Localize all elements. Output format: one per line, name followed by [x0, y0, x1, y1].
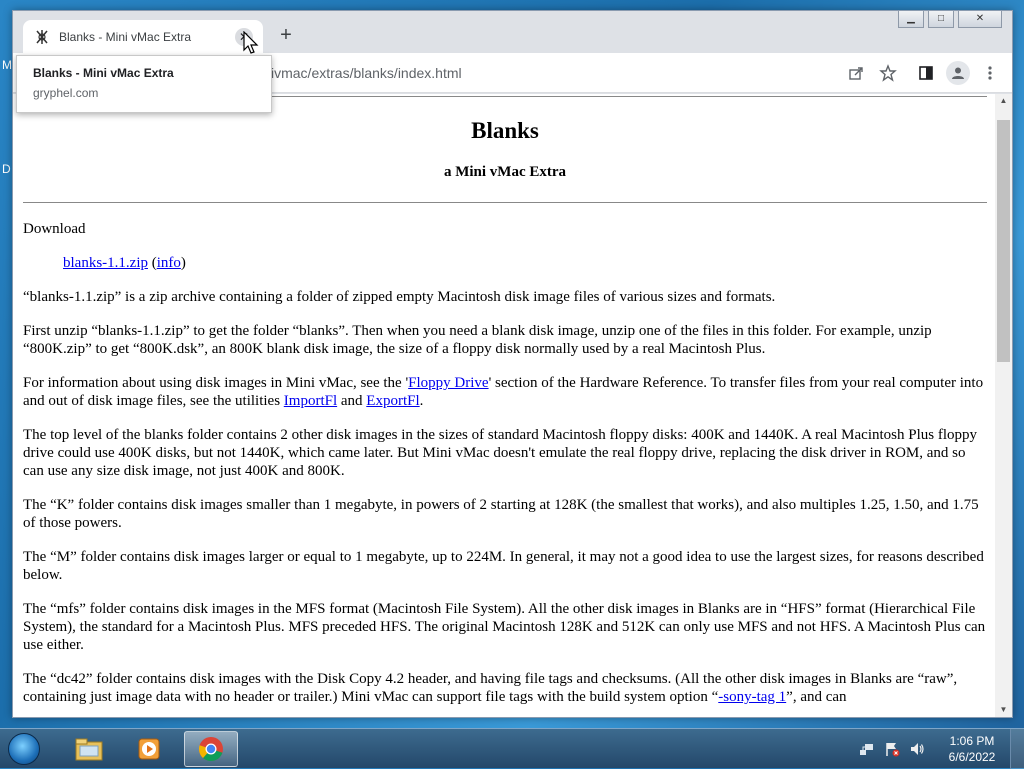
minimize-button[interactable]: ▁	[898, 11, 924, 28]
header-divider	[23, 202, 987, 203]
hover-card-host: gryphel.com	[33, 86, 99, 100]
action-center-flag-icon[interactable]	[884, 741, 900, 757]
clock[interactable]: 1:06 PM 6/6/2022	[934, 733, 1010, 765]
page-content: Blanks a Mini vMac Extra Download blanks…	[13, 94, 997, 717]
paragraph-unzip: First unzip “blanks-1.1.zip” to get the …	[23, 323, 932, 357]
system-tray: 1:06 PM 6/6/2022	[859, 729, 1024, 769]
download-zip-link[interactable]: blanks-1.1.zip	[63, 255, 148, 271]
scroll-thumb[interactable]	[997, 120, 1010, 362]
bookmark-star-icon[interactable]	[876, 61, 900, 85]
paragraph-info: For information about using disk images …	[23, 374, 987, 410]
media-player-icon[interactable]	[122, 731, 176, 767]
paragraph-m-folder: The “M” folder contains disk images larg…	[23, 549, 984, 583]
side-panel-icon[interactable]	[914, 61, 938, 85]
page-subtitle: a Mini vMac Extra	[443, 164, 567, 180]
importfl-link[interactable]: ImportFl	[284, 393, 337, 409]
floppy-drive-link[interactable]: Floppy Drive	[408, 375, 488, 391]
download-heading: Download	[23, 221, 86, 237]
new-tab-button[interactable]: +	[275, 25, 297, 47]
windows-logo-icon	[8, 733, 40, 765]
tab-hover-card: Blanks - Mini vMac Extra gryphel.com	[16, 55, 272, 113]
menu-icon[interactable]	[978, 61, 1002, 85]
text-segment: ”, and can	[786, 689, 847, 705]
start-button[interactable]	[4, 730, 44, 768]
clock-time: 1:06 PM	[949, 734, 995, 748]
site-favicon-icon	[33, 28, 51, 46]
browser-window: Blanks - Mini vMac Extra ✕ + ▁ □ ✕ ivmac…	[12, 10, 1013, 718]
window-controls: ▁ □ ✕	[894, 11, 1002, 28]
scroll-up-arrow-icon[interactable]: ▲	[995, 94, 1012, 108]
tab-title: Blanks - Mini vMac Extra	[59, 29, 192, 44]
volume-icon[interactable]	[909, 741, 925, 757]
mouse-cursor-icon	[243, 30, 259, 55]
info-link[interactable]: info	[157, 255, 181, 271]
text-segment: For information about using disk images …	[23, 375, 409, 391]
paragraph-mfs-folder: The “mfs” folder contains disk images in…	[23, 601, 986, 653]
hover-card-title: Blanks - Mini vMac Extra	[33, 66, 174, 80]
clock-date: 6/6/2022	[948, 750, 996, 764]
scroll-down-arrow-icon[interactable]: ▼	[995, 703, 1012, 717]
file-explorer-icon[interactable]	[62, 731, 116, 767]
show-desktop-button[interactable]	[1010, 729, 1024, 769]
share-icon[interactable]	[844, 61, 868, 85]
tab-blanks[interactable]: Blanks - Mini vMac Extra ✕	[23, 20, 263, 53]
taskbar: 1:06 PM 6/6/2022	[0, 728, 1024, 769]
paragraph-dc42-folder: The “dc42” folder contains disk images w…	[23, 670, 987, 706]
tab-strip: Blanks - Mini vMac Extra ✕ + ▁ □ ✕	[13, 11, 1012, 53]
paragraph-k-folder: The “K” folder contains disk images smal…	[23, 497, 979, 531]
text-segment: and	[337, 393, 367, 409]
profile-icon[interactable]	[946, 61, 970, 85]
chrome-icon[interactable]	[184, 731, 238, 767]
network-icon[interactable]	[859, 741, 875, 757]
toolbar-icons	[836, 61, 1002, 85]
paragraph-top-level: The top level of the blanks folder conta…	[23, 427, 978, 479]
page-title: Blanks	[471, 118, 539, 143]
exportfl-link[interactable]: ExportFl	[366, 393, 419, 409]
paragraph-archive: “blanks-1.1.zip” is a zip archive contai…	[23, 289, 776, 305]
download-links: blanks-1.1.zip (info)	[63, 255, 186, 271]
sony-tag-link[interactable]: -sony-tag 1	[718, 689, 786, 705]
text-segment: .	[419, 393, 424, 409]
vertical-scrollbar[interactable]: ▲ ▼	[995, 94, 1012, 717]
maximize-button[interactable]: □	[928, 11, 954, 28]
close-window-button[interactable]: ✕	[958, 11, 1002, 28]
address-bar[interactable]: ivmac/extras/blanks/index.html	[271, 65, 462, 81]
